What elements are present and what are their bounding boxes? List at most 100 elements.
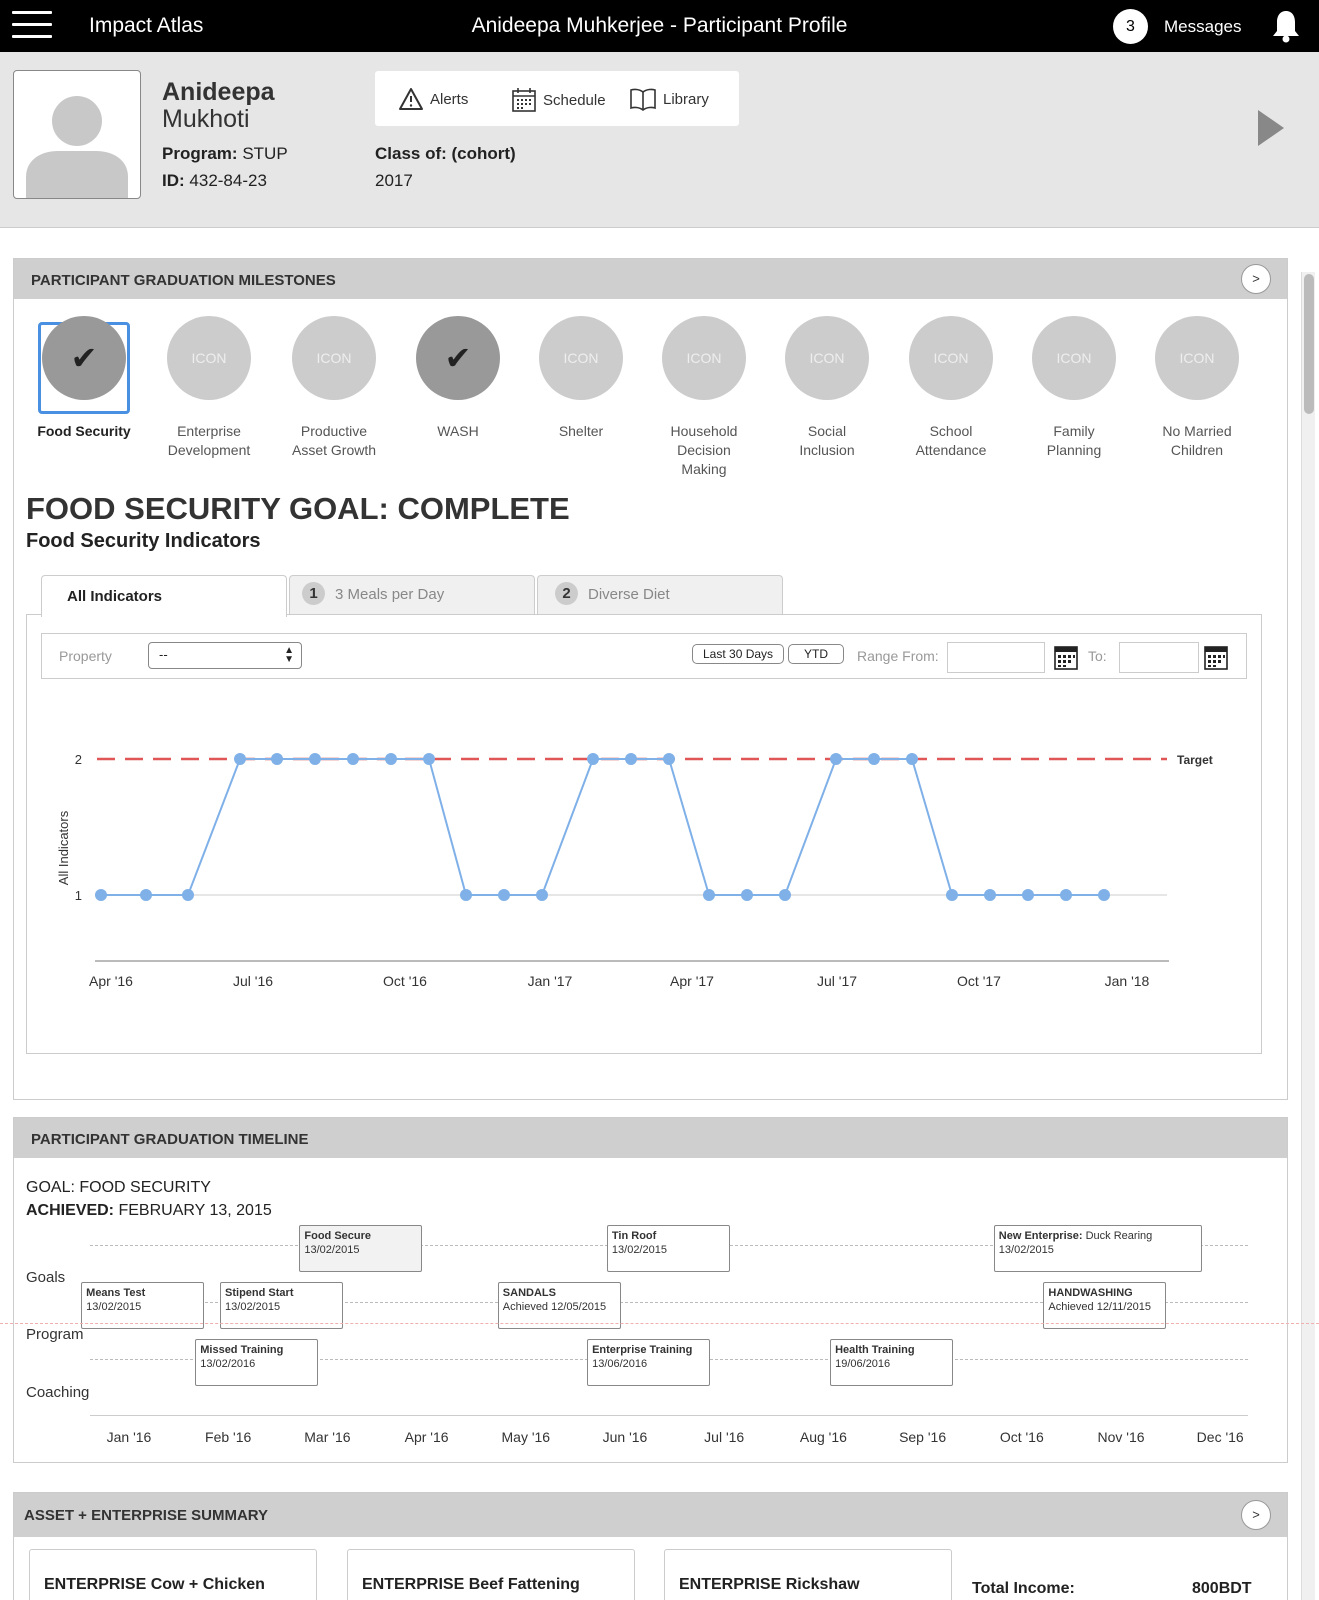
milestone-label: Food Security <box>37 423 131 439</box>
avatar <box>13 70 141 199</box>
data-point <box>984 889 996 901</box>
class-label: Class of: (cohort) <box>375 144 516 163</box>
select-arrows-icon: ▲ ▼ <box>284 645 294 665</box>
last-30-days-button[interactable]: Last 30 Days <box>692 644 785 664</box>
x-tick-label: Jan '18 <box>1105 973 1150 989</box>
timeline-achieved: ACHIEVED: FEBRUARY 13, 2015 <box>26 1202 272 1219</box>
data-point <box>536 889 548 901</box>
data-point <box>385 753 397 765</box>
messages-link[interactable]: Messages <box>1164 17 1241 37</box>
milestone-placeholder-icon[interactable]: ICON <box>167 316 251 400</box>
series-line <box>101 758 1104 896</box>
total-income-value: 800BDT <box>1192 1580 1252 1597</box>
data-point <box>271 753 283 765</box>
timeline-month-label: Feb '16 <box>205 1429 252 1445</box>
total-income-label: Total Income: <box>972 1580 1075 1597</box>
row-label-program: Program <box>26 1326 84 1343</box>
timeline-event[interactable]: New Enterprise: Duck Rearing 13/02/2015 <box>993 1225 1202 1272</box>
expand-milestones-button[interactable]: > <box>1241 264 1271 294</box>
event-title: Tin Roof <box>611 1230 657 1242</box>
enterprise-card-beef-fattening[interactable]: ENTERPRISE Beef Fattening <box>347 1549 635 1600</box>
schedule-link[interactable]: Schedule <box>511 87 606 113</box>
milestone-social-inclusion[interactable]: ICON Social Inclusion <box>764 316 890 460</box>
milestone-placeholder-icon[interactable]: ICON <box>539 316 623 400</box>
tab-3-meals-per-day[interactable]: 13 Meals per Day <box>289 575 535 615</box>
timeline-event[interactable]: HANDWASHING Achieved 12/11/2015 <box>1043 1282 1167 1329</box>
calendar-icon[interactable] <box>1054 644 1078 670</box>
milestone-placeholder-icon[interactable]: ICON <box>1155 316 1239 400</box>
top-bar: Impact Atlas Anideepa Muhkerjee - Partic… <box>0 0 1319 52</box>
milestone-placeholder-icon[interactable]: ICON <box>785 316 869 400</box>
target-label: Target <box>1177 753 1213 767</box>
timeline-event[interactable]: Tin Roof 13/02/2015 <box>606 1225 730 1272</box>
timeline-event[interactable]: Missed Training 13/02/2016 <box>195 1339 319 1386</box>
profile-header: Anideepa Mukhoti Program: STUP ID: 432-8… <box>0 52 1319 228</box>
milestone-family-planning[interactable]: ICON Family Planning <box>1011 316 1137 460</box>
program-value: STUP <box>242 144 288 163</box>
milestone-label: Productive Asset Growth <box>291 423 377 458</box>
message-count-badge[interactable]: 3 <box>1113 9 1148 44</box>
data-point <box>234 753 246 765</box>
data-point <box>1022 889 1034 901</box>
event-title: Health Training <box>835 1344 915 1356</box>
event-date: 13/02/2015 <box>611 1244 667 1256</box>
milestone-no-married-children[interactable]: ICON No Married Children <box>1134 316 1260 460</box>
tab-diverse-diet[interactable]: 2 Diverse Diet <box>537 575 783 615</box>
milestone-enterprise-development[interactable]: ICON Enterprise Development <box>146 316 272 460</box>
event-date: Achieved 12/05/2015 <box>502 1301 607 1313</box>
milestone-productive-asset-growth[interactable]: ICON Productive Asset Growth <box>271 316 397 460</box>
milestone-label: Family Planning <box>1046 423 1102 458</box>
enterprise-card-cow-chicken[interactable]: ENTERPRISE Cow + Chicken <box>29 1549 317 1600</box>
range-to-input[interactable] <box>1119 642 1199 673</box>
milestone-food-security[interactable]: ✔ Food Security <box>21 316 147 441</box>
ytd-button[interactable]: YTD <box>788 644 844 664</box>
event-title: New Enterprise: Duck Rearing <box>998 1230 1153 1242</box>
play-icon[interactable] <box>1258 110 1284 146</box>
range-to-label: To: <box>1088 648 1107 664</box>
timeline-event[interactable]: Food Secure 13/02/2015 <box>299 1225 423 1272</box>
calendar-icon[interactable] <box>1204 644 1228 670</box>
asset-summary-header: ASSET + ENTERPRISE SUMMARY > <box>14 1493 1287 1537</box>
milestone-household-decision-making[interactable]: ICON Household Decision Making <box>641 316 767 479</box>
milestone-wash[interactable]: ✔ WASH <box>395 316 521 441</box>
event-date: 13/06/2016 <box>592 1358 648 1370</box>
timeline-month-label: Jan '16 <box>106 1429 152 1445</box>
milestone-shelter[interactable]: ICON Shelter <box>518 316 644 441</box>
goal-heading: FOOD SECURITY GOAL: COMPLETE <box>26 491 570 526</box>
row-label-goals: Goals <box>26 1269 66 1286</box>
alerts-link[interactable]: Alerts <box>398 87 468 111</box>
checkmark-icon[interactable]: ✔ <box>42 316 126 400</box>
library-link[interactable]: Library <box>629 87 709 111</box>
data-point <box>741 889 753 901</box>
timeline-event[interactable]: Enterprise Training 13/06/2016 <box>587 1339 711 1386</box>
timeline-event[interactable]: Stipend Start 13/02/2015 <box>220 1282 344 1329</box>
enterprise-card-rickshaw[interactable]: ENTERPRISE Rickshaw <box>664 1549 952 1600</box>
event-date: 13/02/2015 <box>86 1301 142 1313</box>
milestone-label: School Attendance <box>915 423 987 458</box>
expand-assets-button[interactable]: > <box>1241 1500 1271 1530</box>
milestone-school-attendance[interactable]: ICON School Attendance <box>888 316 1014 460</box>
timeline-month-label: Apr '16 <box>404 1429 449 1445</box>
checkmark-icon[interactable]: ✔ <box>416 316 500 400</box>
x-tick-label: Apr '17 <box>670 973 714 989</box>
bell-icon[interactable] <box>1270 9 1302 43</box>
quick-links-bar: Alerts Schedule Library <box>375 71 739 126</box>
milestone-placeholder-icon[interactable]: ICON <box>909 316 993 400</box>
range-from-input[interactable] <box>947 642 1045 673</box>
event-title: SANDALS <box>502 1287 556 1299</box>
milestone-placeholder-icon[interactable]: ICON <box>662 316 746 400</box>
timeline-month-label: Dec '16 <box>1196 1429 1244 1445</box>
indicator-chart-box: Property -- ▲ ▼ Last 30 Days YTD Range Fr… <box>26 614 1262 1054</box>
property-select[interactable]: -- ▲ ▼ <box>148 642 302 669</box>
scrollbar-thumb[interactable] <box>1304 274 1314 414</box>
x-tick-label: Oct '17 <box>957 973 1001 989</box>
milestone-placeholder-icon[interactable]: ICON <box>292 316 376 400</box>
milestone-placeholder-icon[interactable]: ICON <box>1032 316 1116 400</box>
timeline-event[interactable]: Health Training 19/06/2016 <box>830 1339 954 1386</box>
timeline-event[interactable]: Means Test 13/02/2015 <box>81 1282 205 1329</box>
tab-all-indicators[interactable]: All Indicators <box>41 575 287 617</box>
event-title: Means Test <box>86 1287 146 1299</box>
milestone-label: Shelter <box>558 423 604 439</box>
timeline-event[interactable]: SANDALS Achieved 12/05/2015 <box>497 1282 621 1329</box>
scrollbar[interactable] <box>1301 272 1315 1600</box>
